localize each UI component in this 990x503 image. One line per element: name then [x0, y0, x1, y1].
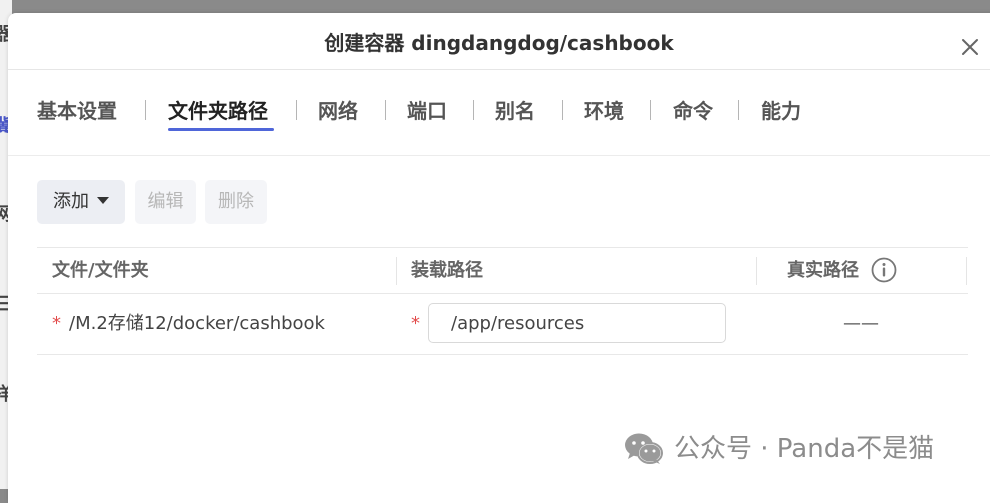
- column-header-real-path: 真实路径: [787, 260, 859, 281]
- tab-separator: [562, 100, 563, 120]
- column-separator: [966, 257, 967, 285]
- mount-path-input[interactable]: [428, 303, 726, 343]
- tab-port[interactable]: 端口: [407, 91, 447, 131]
- close-button[interactable]: [958, 35, 982, 59]
- add-dropdown-button[interactable]: 添加: [37, 180, 125, 224]
- folder-mapping-table: 文件/文件夹 装载路径 真实路径 * /M.2存储12/docker/cashbo…: [37, 247, 968, 355]
- create-container-dialog: 创建容器 dingdangdog/cashbook 基本设置 文件夹路径 网络 …: [8, 13, 990, 503]
- tab-divider: [8, 155, 990, 156]
- column-header-mount-path: 装载路径: [411, 260, 483, 281]
- dialog-title: 创建容器 dingdangdog/cashbook: [324, 31, 674, 55]
- required-mark: *: [52, 313, 61, 334]
- tab-separator: [473, 100, 474, 120]
- tab-alias[interactable]: 别名: [495, 91, 535, 131]
- wechat-icon: [625, 433, 663, 464]
- delete-button[interactable]: 删除: [205, 180, 267, 224]
- file-cell: * /M.2存储12/docker/cashbook: [52, 309, 325, 339]
- column-separator: [756, 257, 757, 285]
- tab-basic-settings[interactable]: 基本设置: [37, 91, 117, 131]
- tab-command[interactable]: 命令: [673, 91, 713, 131]
- table-top-border: [37, 247, 968, 248]
- file-path-text: /M.2存储12/docker/cashbook: [69, 313, 325, 334]
- tab-separator: [296, 100, 297, 120]
- tab-bar: 基本设置 文件夹路径 网络 端口 别名 环境 命令 能力: [8, 91, 990, 135]
- close-icon: [962, 39, 978, 55]
- tab-separator: [650, 100, 651, 120]
- row-bottom-border: [37, 354, 968, 355]
- column-separator: [396, 257, 397, 285]
- title-divider: [8, 69, 990, 70]
- info-circle-icon: [871, 257, 897, 283]
- tab-folder-path[interactable]: 文件夹路径: [168, 91, 268, 131]
- tab-environment[interactable]: 环境: [584, 91, 624, 131]
- column-header-file: 文件/文件夹: [52, 260, 149, 281]
- tab-separator: [738, 100, 739, 120]
- info-icon[interactable]: [871, 257, 897, 283]
- tab-separator: [385, 100, 386, 120]
- mount-required-cell: *: [411, 309, 428, 339]
- active-tab-indicator: [168, 128, 274, 131]
- add-button-label: 添加: [53, 191, 89, 212]
- required-mark: *: [411, 313, 420, 334]
- tab-separator: [145, 100, 146, 120]
- edit-button[interactable]: 编辑: [135, 180, 196, 224]
- real-path-value: ——: [843, 313, 879, 334]
- tab-capabilities[interactable]: 能力: [761, 91, 801, 131]
- caret-down-icon: [97, 196, 109, 204]
- tab-network[interactable]: 网络: [318, 91, 358, 131]
- watermark-text: 公众号 · Panda不是猫: [674, 434, 935, 464]
- header-bottom-border: [37, 293, 968, 294]
